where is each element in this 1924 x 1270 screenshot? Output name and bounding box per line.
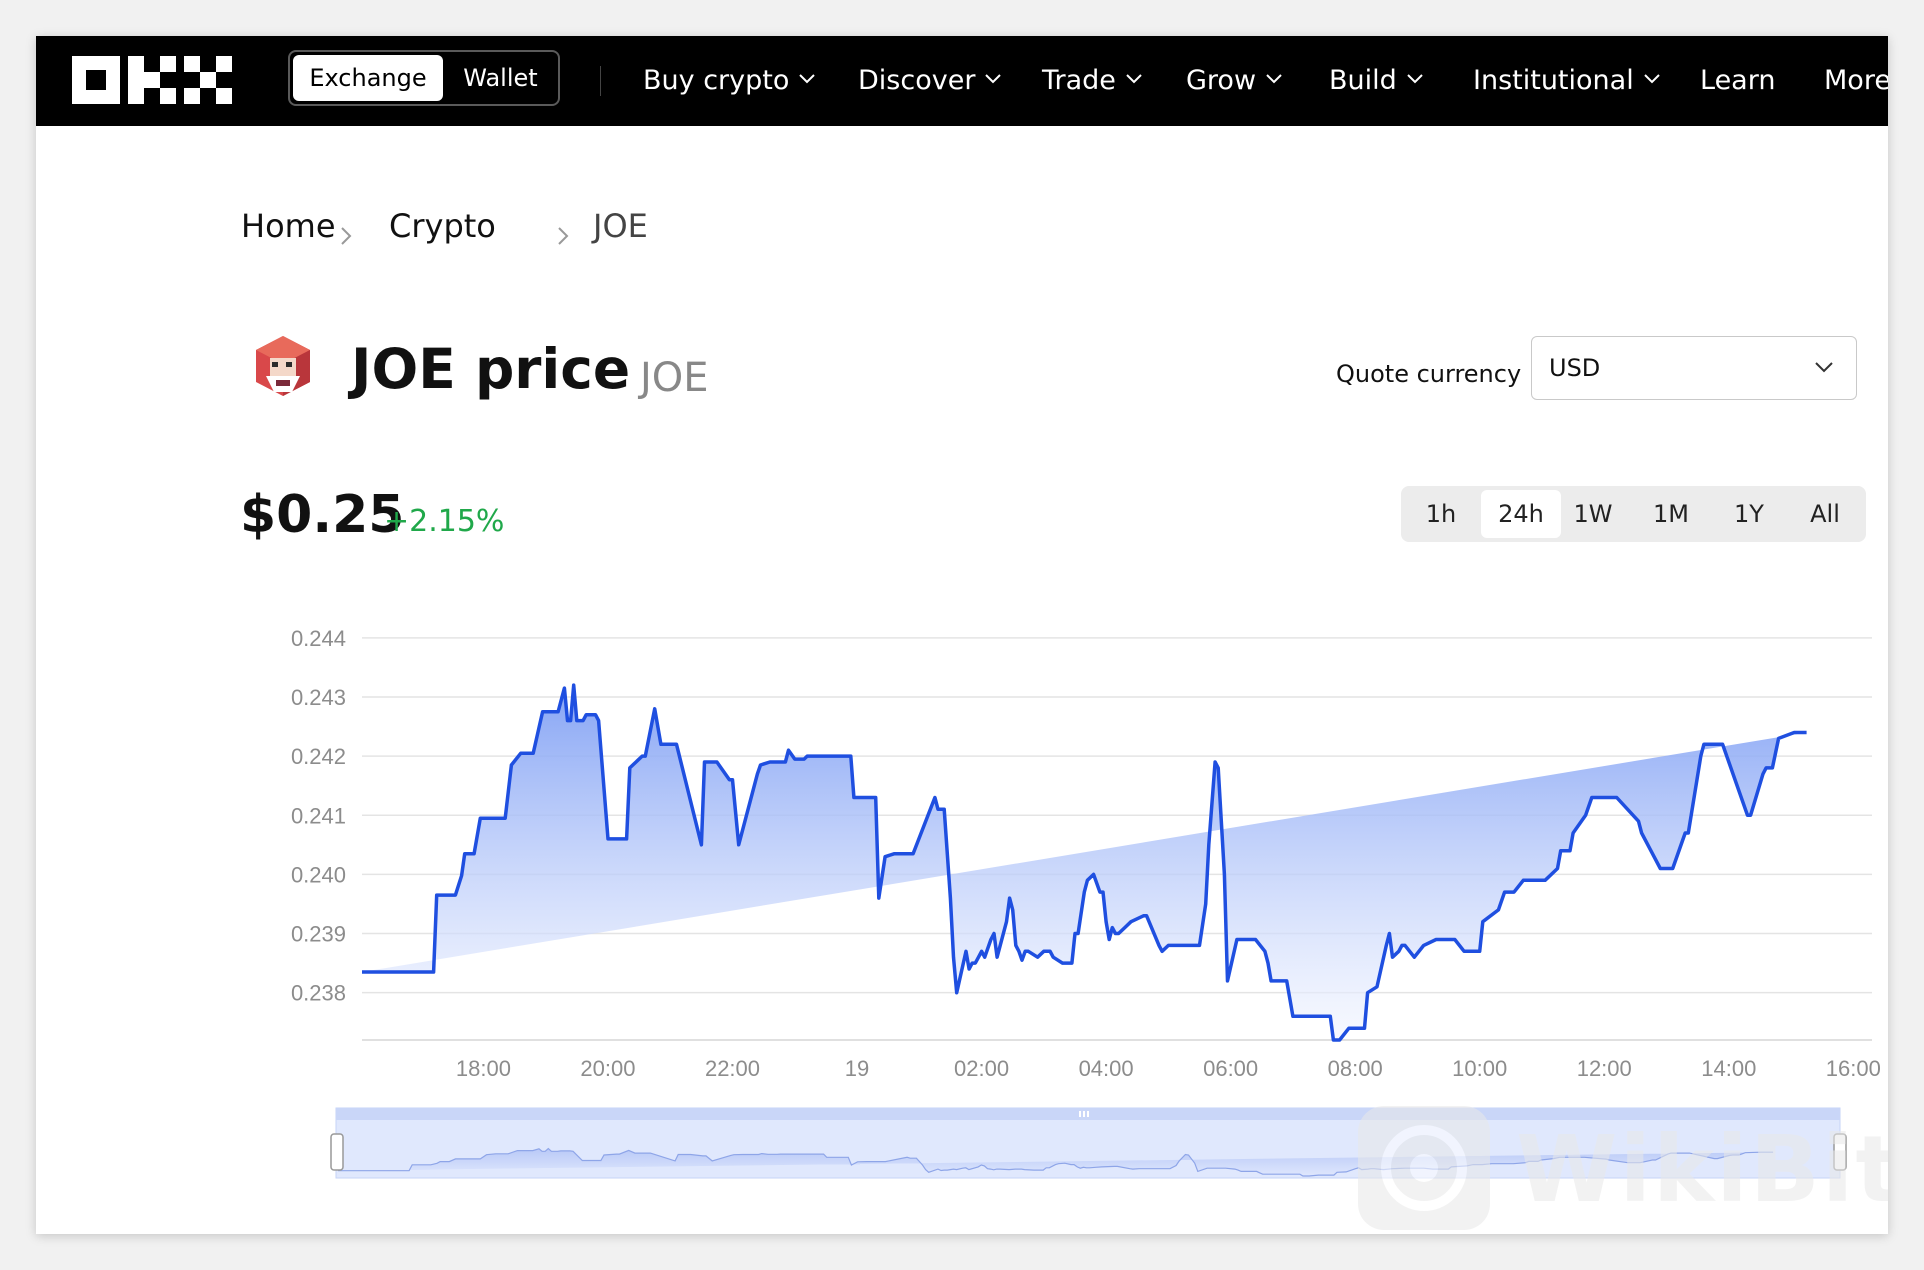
quote-currency-select[interactable]: USD — [1531, 336, 1857, 400]
x-tick-label: 14:00 — [1701, 1056, 1756, 1081]
navigator-left-handle[interactable] — [330, 1133, 344, 1171]
nav-item-build[interactable]: Build — [1329, 36, 1423, 126]
breadcrumb-separator-icon — [556, 214, 570, 258]
price-chart: 0.244 0.243 0.242 0.241 0.240 0.239 0.238 18:0… — [291, 626, 1881, 1224]
y-tick-label: 0.243 — [291, 685, 346, 710]
chevron-down-icon — [985, 73, 1002, 83]
y-tick-label: 0.238 — [291, 981, 346, 1006]
nav-item-discover[interactable]: Discover — [858, 36, 1002, 126]
breadcrumb-crypto[interactable]: Crypto — [389, 204, 496, 248]
chevron-down-icon — [1266, 73, 1282, 83]
x-tick-label: 18:00 — [456, 1056, 511, 1081]
x-tick-label: 04:00 — [1079, 1056, 1134, 1081]
nav-item-label: More — [1824, 65, 1888, 96]
nav-item-label: Grow — [1186, 65, 1257, 96]
x-tick-label: 12:00 — [1577, 1056, 1632, 1081]
y-tick-label: 0.244 — [291, 626, 346, 651]
y-tick-label: 0.240 — [291, 862, 346, 887]
chart-navigator[interactable] — [330, 1106, 1847, 1224]
x-tick-label: 08:00 — [1328, 1056, 1383, 1081]
current-price: $0.25 — [240, 485, 405, 545]
range-tab-1h[interactable]: 1h — [1409, 490, 1473, 538]
x-tick-label: 19 — [845, 1056, 869, 1081]
breadcrumb-home[interactable]: Home — [241, 204, 336, 248]
range-tab-24h[interactable]: 24h — [1481, 490, 1561, 538]
price-area-fill — [362, 685, 1807, 1040]
x-tick-label: 06:00 — [1203, 1056, 1258, 1081]
time-range-tabs: 1h 24h 1W 1M 1Y All — [1401, 486, 1866, 542]
chevron-down-icon — [1643, 73, 1660, 83]
exchange-wallet-switch: Exchange Wallet — [288, 50, 560, 106]
nav-divider — [600, 66, 601, 96]
top-nav: Exchange Wallet Buy crypto Discover Trade G… — [36, 36, 1888, 126]
nav-item-more[interactable]: More — [1824, 36, 1888, 126]
nav-item-label: Build — [1329, 65, 1397, 96]
price-change: +2.15% — [384, 504, 505, 539]
breadcrumb-current: JOE — [593, 207, 648, 245]
range-tab-all[interactable]: All — [1791, 490, 1859, 538]
wallet-tab[interactable]: Wallet — [445, 55, 556, 101]
x-tick-label: 16:00 — [1826, 1056, 1881, 1081]
navigator-right-handle[interactable] — [1833, 1133, 1847, 1171]
nav-item-buy-crypto[interactable]: Buy crypto — [643, 36, 816, 126]
breadcrumb-separator-icon — [339, 214, 353, 258]
x-tick-label: 20:00 — [580, 1056, 635, 1081]
y-tick-label: 0.241 — [291, 803, 346, 828]
joe-coin-logo — [256, 336, 310, 396]
okx-logo[interactable] — [72, 56, 232, 104]
chevron-down-icon — [1126, 73, 1142, 83]
range-tab-1w[interactable]: 1W — [1559, 490, 1627, 538]
exchange-tab[interactable]: Exchange — [293, 55, 443, 101]
nav-item-label: Institutional — [1473, 65, 1634, 96]
nav-item-label: Trade — [1042, 65, 1116, 96]
y-tick-label: 0.239 — [291, 922, 346, 947]
nav-item-label: Discover — [858, 65, 976, 96]
drag-handle-icon — [1079, 1111, 1089, 1117]
x-tick-label: 22:00 — [705, 1056, 760, 1081]
nav-item-grow[interactable]: Grow — [1186, 36, 1282, 126]
nav-item-institutional[interactable]: Institutional — [1473, 36, 1660, 126]
range-tab-1m[interactable]: 1M — [1635, 490, 1707, 538]
range-tab-1y[interactable]: 1Y — [1715, 490, 1783, 538]
coin-ticker: JOE — [640, 355, 709, 401]
nav-item-label: Learn — [1700, 65, 1776, 96]
chevron-down-icon — [1815, 362, 1833, 373]
chevron-down-icon — [799, 73, 816, 83]
quote-currency-label: Quote currency — [1336, 360, 1522, 388]
x-tick-label: 02:00 — [954, 1056, 1009, 1081]
nav-item-trade[interactable]: Trade — [1042, 36, 1142, 126]
nav-item-learn[interactable]: Learn — [1700, 36, 1775, 126]
nav-item-label: Buy crypto — [643, 65, 790, 96]
y-tick-label: 0.242 — [291, 744, 346, 769]
quote-currency-value: USD — [1549, 354, 1601, 382]
page-title: JOE price — [351, 337, 631, 401]
page-frame: Exchange Wallet Buy crypto Discover Trade G… — [36, 36, 1888, 1234]
x-tick-label: 10:00 — [1452, 1056, 1507, 1081]
chevron-down-icon — [1407, 73, 1423, 83]
